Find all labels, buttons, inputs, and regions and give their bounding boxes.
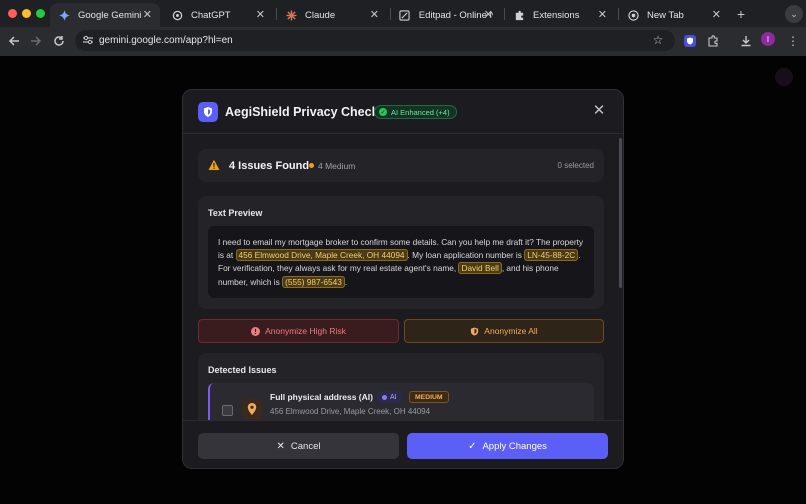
close-tab-icon[interactable]: ✕ (712, 8, 721, 21)
close-tab-icon[interactable]: ✕ (143, 8, 152, 21)
preview-text: . My loan application number is (407, 250, 525, 261)
shield-icon (471, 326, 479, 336)
aegishield-shield-icon (198, 102, 218, 122)
tab-label: Claude (305, 9, 336, 21)
menu-kebab-icon[interactable]: ⋮ (785, 33, 801, 49)
tab-extensions[interactable]: Extensions ✕ (505, 3, 615, 27)
aegishield-privacy-modal: AegiShield Privacy Check ✓ AI Enhanced (… (182, 89, 624, 469)
text-preview-content: I need to email my mortgage broker to co… (208, 226, 594, 298)
preview-text: . (344, 276, 348, 287)
minimize-window-button[interactable] (22, 9, 31, 18)
tab-google-gemini[interactable]: Google Gemini ✕ (50, 3, 160, 27)
highlighted-phone[interactable]: (555) 987-6543 (282, 275, 345, 288)
close-tab-icon[interactable]: ✕ (484, 8, 493, 21)
issues-count: 4 Issues Found (229, 160, 310, 172)
ai-enhanced-badge: ✓ AI Enhanced (+4) (374, 105, 457, 119)
claude-icon (285, 9, 297, 21)
anonymize-high-risk-button[interactable]: Anonymize High Risk (198, 319, 399, 343)
anonymize-high-risk-label: Anonymize High Risk (265, 326, 346, 336)
ai-enhanced-label: AI Enhanced (+4) (391, 107, 450, 117)
chrome-icon (627, 9, 639, 21)
close-tab-icon[interactable]: ✕ (598, 8, 607, 21)
tab-label: Extensions (533, 9, 580, 21)
tab-label: ChatGPT (191, 9, 231, 21)
ai-detected-tag: AI (377, 391, 402, 403)
gemini-icon (58, 9, 70, 21)
close-x-icon: ✕ (276, 440, 285, 452)
issue-value: 456 Elmwood Drive, Maple Creek, OH 44094 (270, 407, 431, 416)
anonymize-all-label: Anonymize All (484, 326, 538, 336)
tab-label: Editpad - Online No (418, 9, 493, 21)
severity-badge: MEDIUM (409, 391, 449, 403)
text-preview-card: Text Preview I need to email my mortgage… (198, 196, 604, 309)
tab-label: Google Gemini (78, 9, 142, 21)
checkmark-icon: ✓ (468, 440, 477, 452)
editpad-icon (399, 9, 411, 21)
modal-body[interactable]: 4 Issues Found 4 Medium 0 selected Text … (183, 135, 623, 420)
extensions-puzzle-icon[interactable] (705, 33, 721, 49)
browser-chrome: Google Gemini ✕ ChatGPT ✕ Claude ✕ Editp… (0, 0, 806, 56)
issue-title: Full physical address (AI) (270, 392, 373, 402)
selected-count: 0 selected (557, 161, 594, 170)
detected-issues-label: Detected Issues (208, 365, 277, 375)
issues-summary: 4 Issues Found 4 Medium 0 selected (198, 149, 604, 182)
ai-tag-label: AI (390, 393, 397, 401)
url-text: gemini.google.com/app?hl=en (99, 35, 233, 46)
modal-header: AegiShield Privacy Check ✓ AI Enhanced (… (183, 90, 623, 134)
modal-title: AegiShield Privacy Check (225, 105, 379, 119)
apply-changes-button[interactable]: ✓ Apply Changes (407, 433, 608, 459)
bookmark-star-icon[interactable]: ☆ (650, 32, 666, 48)
reload-icon[interactable] (51, 33, 67, 49)
highlighted-address[interactable]: 456 Elmwood Drive, Maple Creek, OH 44094 (235, 249, 408, 262)
tab-editpad[interactable]: Editpad - Online No ✕ (391, 3, 501, 27)
medium-severity-dot (309, 163, 314, 168)
text-preview-label: Text Preview (208, 208, 263, 218)
download-icon[interactable] (738, 33, 754, 49)
tab-search-chevron-icon[interactable]: ⌄ (785, 5, 803, 23)
highlighted-name[interactable]: David Bell (458, 262, 502, 275)
check-circle-icon: ✓ (379, 108, 387, 116)
site-settings-icon[interactable] (80, 32, 96, 48)
location-pin-icon (242, 399, 262, 419)
warning-triangle-icon (208, 159, 220, 170)
tab-new-tab[interactable]: New Tab ✕ (619, 3, 729, 27)
close-modal-icon[interactable]: ✕ (591, 102, 607, 119)
close-tab-icon[interactable]: ✕ (370, 8, 379, 21)
puzzle-icon (513, 9, 525, 21)
back-arrow-icon[interactable] (6, 33, 22, 49)
close-tab-icon[interactable]: ✕ (256, 8, 265, 21)
cancel-label: Cancel (290, 440, 321, 452)
chatgpt-icon (171, 9, 183, 21)
maximize-window-button[interactable] (36, 9, 45, 18)
profile-avatar[interactable]: I (761, 32, 775, 46)
alert-circle-icon (251, 326, 261, 336)
detected-issues-card: Detected Issues Full physical address (A… (198, 353, 604, 420)
ai-dot-icon (382, 394, 387, 400)
issue-item[interactable]: Full physical address (AI) AI MEDIUM 456… (208, 383, 594, 420)
cancel-button[interactable]: ✕ Cancel (198, 433, 399, 459)
modal-scrollbar-thumb[interactable] (619, 138, 622, 288)
apply-changes-label: Apply Changes (482, 440, 547, 452)
aegishield-extension-icon[interactable] (682, 33, 698, 49)
severity-breakdown: 4 Medium (318, 161, 356, 171)
highlighted-loan-number[interactable]: LN-45-88-2C (524, 249, 579, 262)
forward-arrow-icon[interactable] (28, 33, 44, 49)
issue-checkbox[interactable] (222, 405, 233, 416)
tab-claude[interactable]: Claude ✕ (277, 3, 387, 27)
close-window-button[interactable] (8, 9, 17, 18)
new-tab-plus-icon[interactable]: + (733, 6, 749, 22)
tab-label: New Tab (647, 9, 684, 21)
tab-chatgpt[interactable]: ChatGPT ✕ (163, 3, 273, 27)
modal-footer: ✕ Cancel ✓ Apply Changes (183, 420, 623, 468)
anonymize-actions: Anonymize High Risk Anonymize All (198, 319, 604, 343)
anonymize-all-button[interactable]: Anonymize All (404, 319, 604, 343)
